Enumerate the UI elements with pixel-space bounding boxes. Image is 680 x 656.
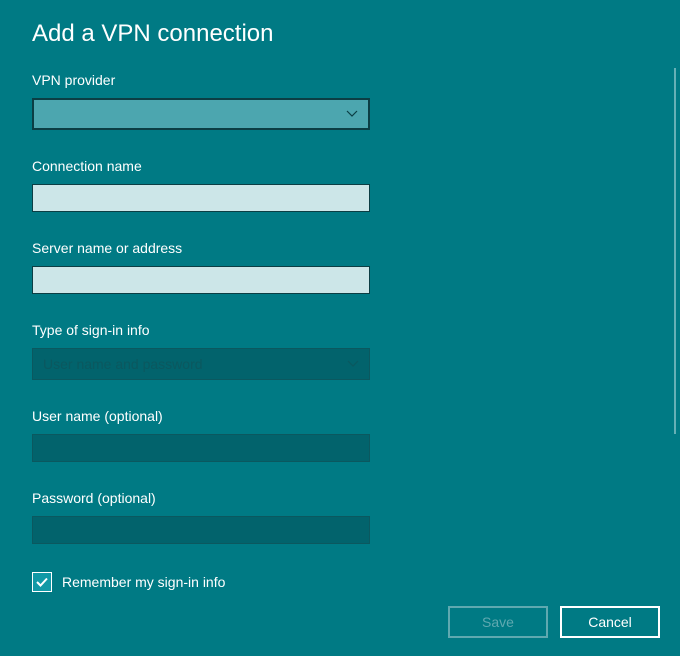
signin-type-label: Type of sign-in info (32, 322, 648, 338)
remember-signin-label: Remember my sign-in info (62, 574, 225, 590)
connection-name-input[interactable] (32, 184, 370, 212)
connection-name-label: Connection name (32, 158, 648, 174)
username-label: User name (optional) (32, 408, 648, 424)
signin-type-value: User name and password (43, 356, 203, 372)
save-button[interactable]: Save (448, 606, 548, 638)
dialog-buttons: Save Cancel (448, 606, 660, 638)
vpn-dialog: Add a VPN connection VPN provider Connec… (0, 0, 680, 656)
server-name-label: Server name or address (32, 240, 648, 256)
username-group: User name (optional) (32, 408, 648, 462)
password-input[interactable] (32, 516, 370, 544)
remember-signin-row: Remember my sign-in info (32, 572, 648, 592)
password-label: Password (optional) (32, 490, 648, 506)
connection-name-group: Connection name (32, 158, 648, 212)
username-input[interactable] (32, 434, 370, 462)
signin-type-select[interactable]: User name and password (32, 348, 370, 380)
server-name-input[interactable] (32, 266, 370, 294)
dialog-title: Add a VPN connection (32, 20, 648, 48)
scrollbar[interactable] (674, 68, 676, 434)
chevron-down-icon (346, 110, 358, 118)
cancel-button[interactable]: Cancel (560, 606, 660, 638)
chevron-down-icon (347, 360, 359, 368)
signin-type-group: Type of sign-in info User name and passw… (32, 322, 648, 380)
vpn-provider-group: VPN provider (32, 72, 648, 130)
server-name-group: Server name or address (32, 240, 648, 294)
password-group: Password (optional) (32, 490, 648, 544)
remember-signin-checkbox[interactable] (32, 572, 52, 592)
vpn-provider-label: VPN provider (32, 72, 648, 88)
vpn-provider-select[interactable] (32, 98, 370, 130)
